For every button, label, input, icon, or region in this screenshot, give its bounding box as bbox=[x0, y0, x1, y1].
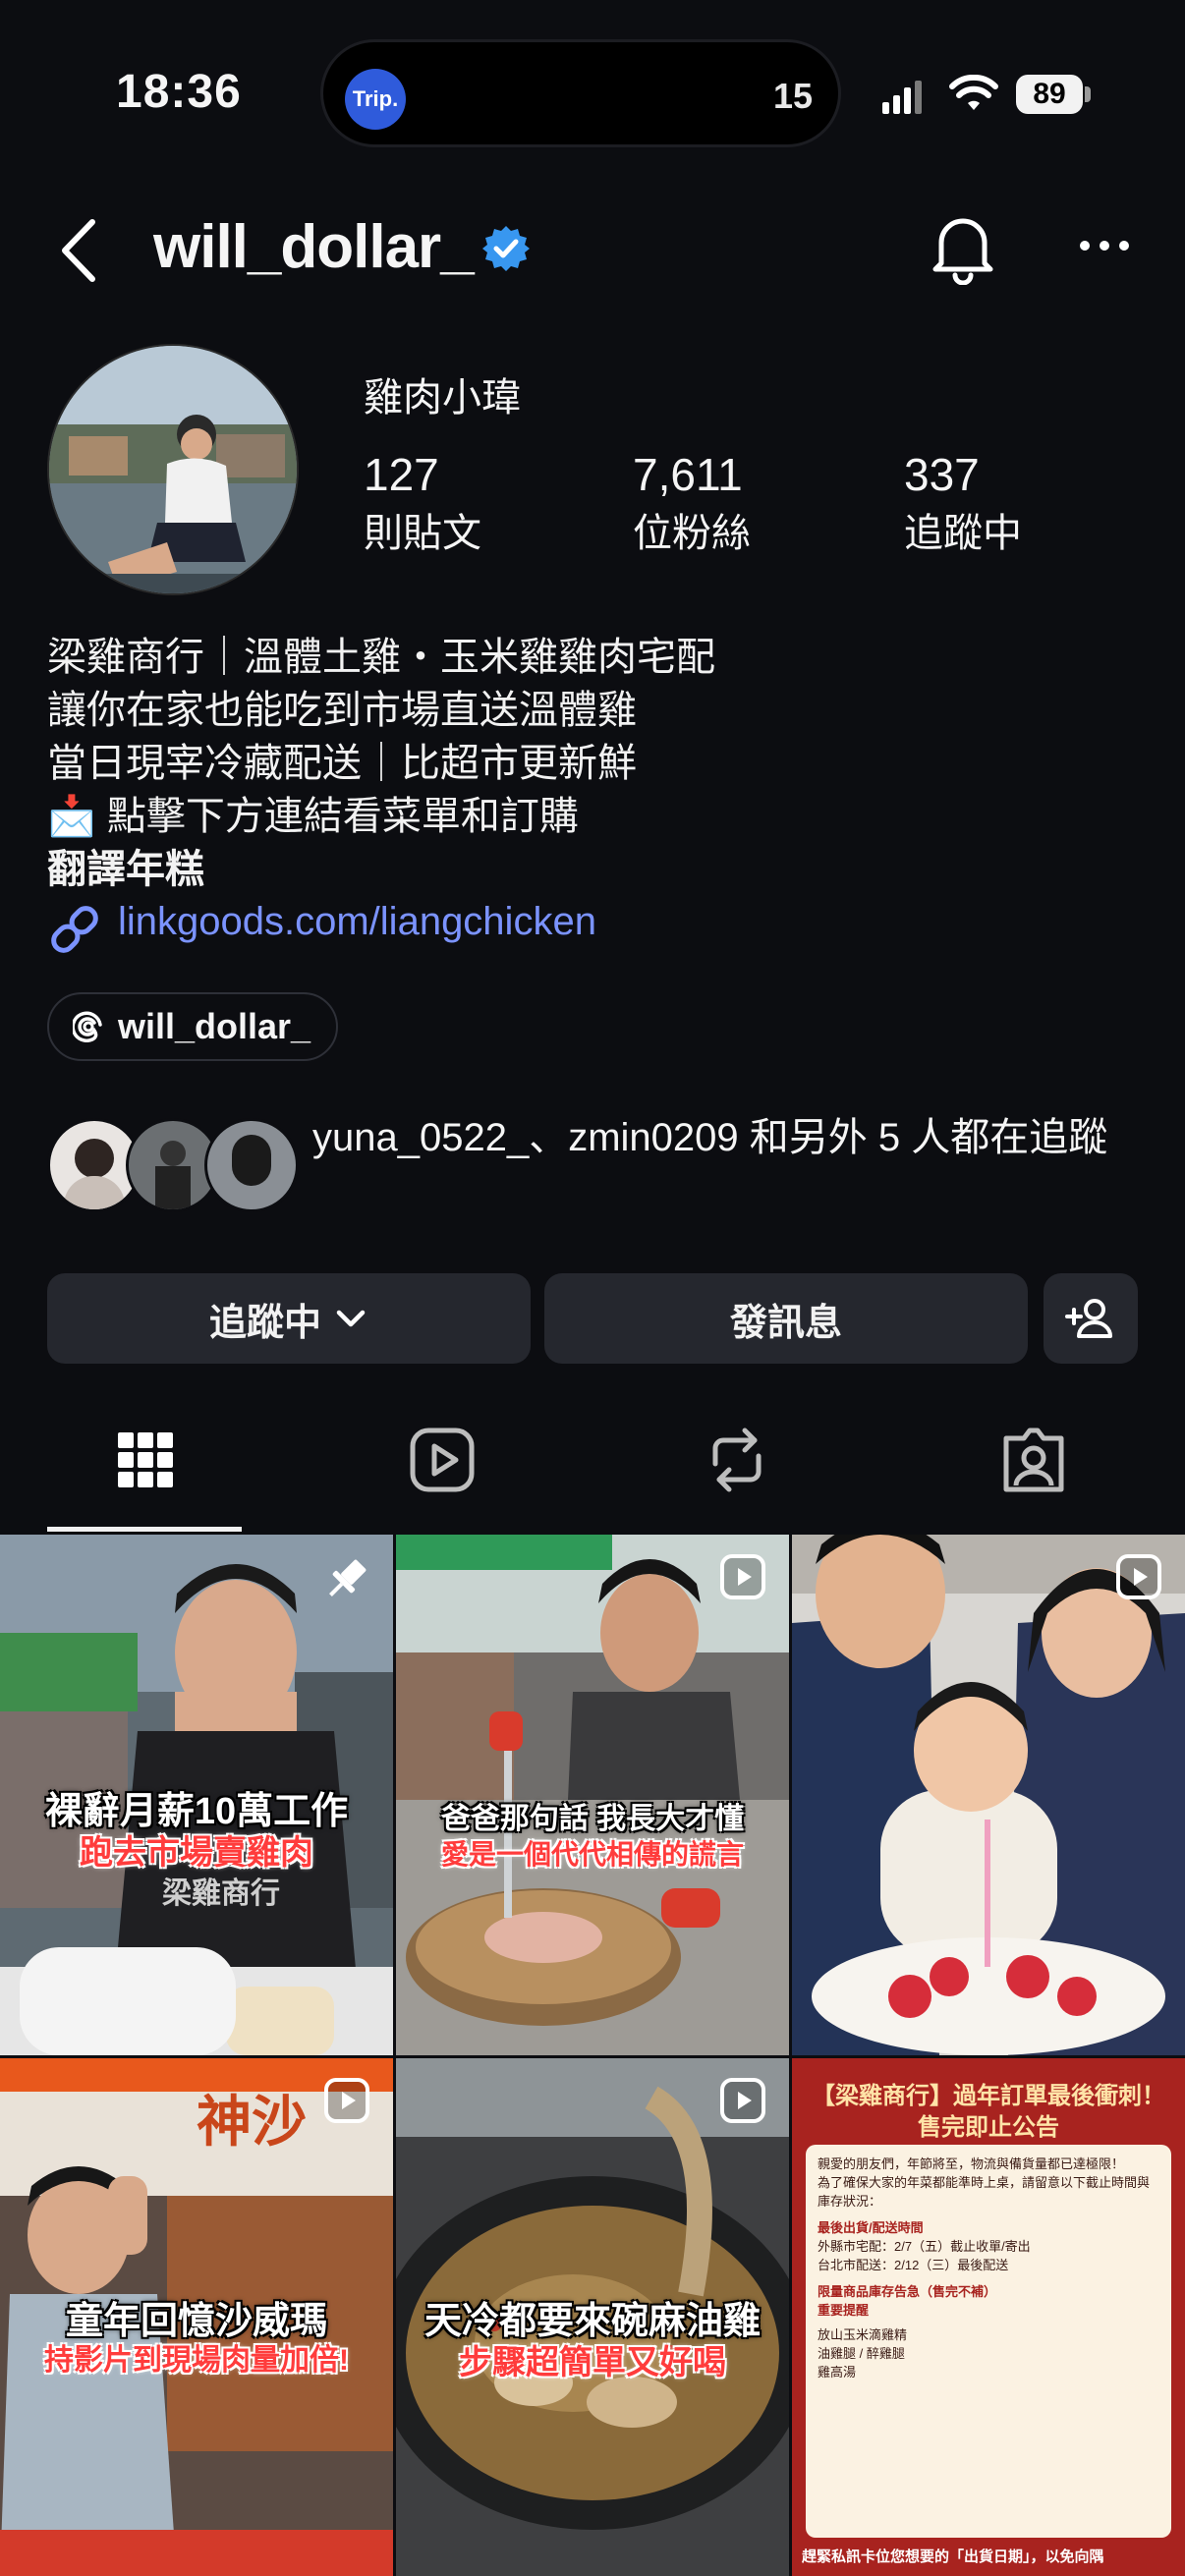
poster-line: 油雞腿 / 醉雞腿 bbox=[818, 2346, 905, 2361]
threads-icon bbox=[73, 1011, 102, 1042]
post-tile[interactable]: 天冷都要來碗麻油雞 步驟超簡單又好喝 bbox=[396, 2058, 789, 2576]
message-button-label: 發訊息 bbox=[729, 1302, 842, 1344]
post-subcaption: 持影片到現場肉量加倍! bbox=[44, 2344, 349, 2377]
reels-icon[interactable] bbox=[407, 1425, 478, 1495]
poster-subtitle: 售完即止公告 bbox=[918, 2114, 1059, 2141]
post-subcaption: 跑去市場賣雞肉 bbox=[80, 1834, 313, 1872]
post-subcaption: 愛是一個代代相傳的謊言 bbox=[440, 1839, 744, 1870]
reel-badge-icon bbox=[720, 1554, 765, 1599]
verified-badge-icon bbox=[482, 226, 530, 271]
suggest-people-button[interactable] bbox=[1044, 1273, 1138, 1364]
battery-tip bbox=[1085, 86, 1091, 102]
poster-line: 外縣市宅配：2/7（五）截止收單/寄出 bbox=[818, 2239, 1031, 2254]
post-tile[interactable] bbox=[792, 1535, 1185, 2055]
pin-icon bbox=[329, 1559, 367, 1596]
threads-chip[interactable]: will_dollar_ bbox=[47, 992, 338, 1061]
stat-following-value: 337 bbox=[904, 449, 980, 500]
stat-following[interactable]: 337 追蹤中 bbox=[904, 448, 1022, 558]
reel-badge-icon bbox=[324, 2078, 369, 2123]
following-button[interactable]: 追蹤中 bbox=[47, 1273, 531, 1364]
poster-line: 限量商品庫存告急（售完不補） bbox=[818, 2284, 997, 2299]
avatar bbox=[204, 1118, 299, 1212]
reel-badge-icon bbox=[1116, 1554, 1161, 1599]
profile-avatar[interactable] bbox=[47, 344, 299, 595]
tagged-icon[interactable] bbox=[998, 1425, 1069, 1495]
post-tile[interactable]: 梁雞商行 裸辭月薪10萬工作 跑去市場賣雞肉 bbox=[0, 1535, 393, 2055]
poster-line: 為了確保大家的年菜都能準時上桌，請留意以下截止時間與庫存狀況： bbox=[818, 2175, 1151, 2209]
stat-followers-label: 位粉絲 bbox=[633, 512, 751, 555]
bio-line: 📩 點擊下方連結看菜單和訂購 bbox=[47, 795, 579, 838]
apron-text: 梁雞商行 bbox=[162, 1877, 280, 1910]
back-arrow-icon[interactable] bbox=[55, 216, 104, 285]
following-button-label: 追蹤中 bbox=[208, 1302, 321, 1344]
mutual-followers-avatars[interactable] bbox=[47, 1118, 299, 1212]
display-name: 雞肉小瑋 bbox=[364, 376, 521, 420]
active-tab-indicator bbox=[47, 1527, 242, 1532]
followed-by-text[interactable]: yuna_0522_、zmin0209 和另外 5 人都在追蹤 bbox=[312, 1112, 1157, 1163]
add-person-icon bbox=[1065, 1299, 1112, 1338]
bell-icon[interactable] bbox=[928, 210, 998, 285]
poster-line: 台北市配送：2/12（三）最後配送 bbox=[818, 2258, 1009, 2272]
post-subcaption: 步驟超簡單又好喝 bbox=[459, 2344, 726, 2381]
stat-followers[interactable]: 7,611 位粉絲 bbox=[633, 448, 751, 558]
threads-handle: will_dollar_ bbox=[118, 1006, 311, 1046]
poster-body: 親愛的朋友們，年節將至，物流與備貨量都已達極限！ 為了確保大家的年菜都能準時上桌… bbox=[806, 2145, 1171, 2538]
dynamic-island[interactable]: Trip. 15 bbox=[320, 39, 841, 147]
poster-title: 【梁雞商行】過年訂單最後衝刺！ bbox=[812, 2083, 1165, 2109]
grid-icon[interactable] bbox=[110, 1425, 181, 1495]
poster-line: 重要提醒 bbox=[818, 2303, 870, 2318]
stat-followers-value: 7,611 bbox=[633, 449, 743, 500]
more-icon[interactable] bbox=[1077, 236, 1132, 255]
post-caption: 爸爸那句話 我長大才懂 bbox=[440, 1803, 745, 1835]
post-tile[interactable]: 爸爸那句話 我長大才懂 愛是一個代代相傳的謊言 bbox=[396, 1535, 789, 2055]
shop-sign: 神沙 bbox=[197, 2091, 307, 2153]
wifi-icon bbox=[949, 75, 998, 110]
stat-posts[interactable]: 127 則貼文 bbox=[364, 448, 481, 558]
cellular-signal-icon bbox=[882, 81, 922, 114]
post-tile[interactable]: 【梁雞商行】過年訂單最後衝刺！ 售完即止公告 親愛的朋友們，年節將至，物流與備貨… bbox=[792, 2058, 1185, 2576]
message-button[interactable]: 發訊息 bbox=[544, 1273, 1028, 1364]
profile-username: will_dollar_ bbox=[153, 213, 475, 281]
link-icon bbox=[51, 906, 98, 953]
stat-following-label: 追蹤中 bbox=[904, 512, 1022, 555]
bio-link[interactable]: linkgoods.com/liangchicken bbox=[118, 900, 596, 944]
chevron-down-icon bbox=[336, 1310, 366, 1327]
bio-line: 當日現宰冷藏配送｜比超市更新鮮 bbox=[47, 742, 637, 785]
stat-posts-value: 127 bbox=[364, 449, 439, 500]
post-tile[interactable]: 神沙 童年回憶沙威瑪 持影片到現場肉量加倍! bbox=[0, 2058, 393, 2576]
poster-line: 雞高湯 bbox=[818, 2365, 857, 2380]
island-count: 15 bbox=[772, 76, 813, 116]
poster-line: 最後出貨/配送時間 bbox=[818, 2220, 924, 2235]
poster-footer: 趕緊私訊卡位您想要的「出貨日期」，以免向隅 bbox=[802, 2548, 1104, 2565]
bio-line: 梁雞商行｜溫體土雞・玉米雞雞肉宅配 bbox=[47, 636, 715, 679]
trip-app-badge: Trip. bbox=[345, 69, 406, 130]
poster-line: 放山玉米滴雞精 bbox=[818, 2327, 908, 2342]
reposts-icon[interactable] bbox=[702, 1425, 772, 1495]
translate-link[interactable]: 翻譯年糕 bbox=[47, 843, 204, 896]
battery-indicator: 89 bbox=[1016, 75, 1083, 114]
poster-line: 親愛的朋友們，年節將至，物流與備貨量都已達極限！ bbox=[818, 2156, 1125, 2171]
bio-line: 讓你在家也能吃到市場直送溫體雞 bbox=[47, 689, 637, 732]
reel-badge-icon bbox=[720, 2078, 765, 2123]
status-time: 18:36 bbox=[116, 66, 242, 118]
stat-posts-label: 則貼文 bbox=[364, 512, 481, 555]
